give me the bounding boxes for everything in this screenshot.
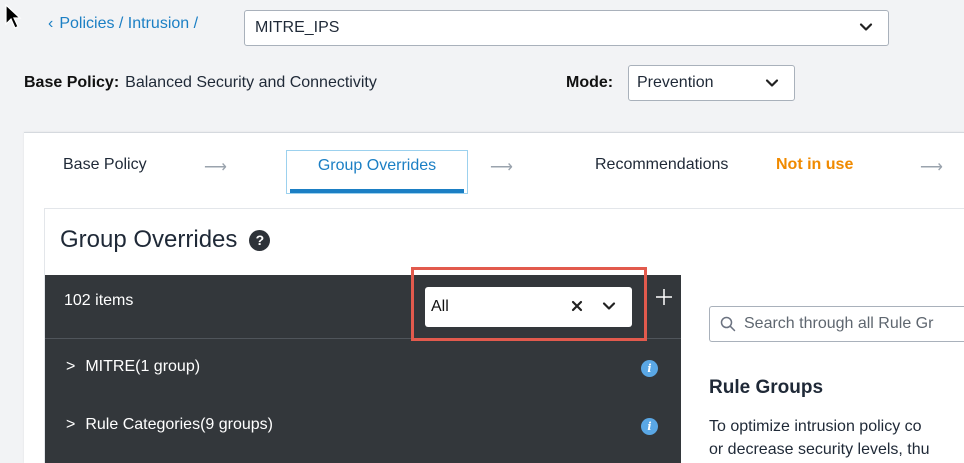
breadcrumb: ‹ Policies / Intrusion /: [48, 15, 198, 33]
highlight-annotation: [411, 267, 647, 341]
step-group-overrides[interactable]: Group Overrides: [286, 150, 468, 194]
list-item[interactable]: > MITRE(1 group) i: [45, 341, 681, 399]
search-placeholder: Search through all Rule Gr: [744, 315, 934, 332]
chevron-right-icon: >: [66, 358, 76, 375]
list-item-text: Rule Categories(9 groups): [85, 416, 273, 433]
chevron-down-icon: [859, 23, 873, 31]
group-overrides-panel: Group Overrides ? 102 items All > MITRE(…: [44, 208, 964, 463]
breadcrumb-link[interactable]: Policies / Intrusion /: [59, 15, 198, 33]
plus-icon[interactable]: [654, 287, 674, 307]
step-base-policy[interactable]: Base Policy: [63, 156, 147, 174]
list-item-text: MITRE(1 group): [85, 358, 201, 375]
workflow-steps: Base Policy ⟶ Group Overrides ⟶ Recommen…: [24, 133, 964, 203]
policy-select[interactable]: MITRE_IPS: [244, 10, 889, 46]
base-policy-label: Base Policy:: [24, 74, 120, 91]
base-policy-info: Base Policy: Balanced Security and Conne…: [24, 74, 377, 92]
help-icon[interactable]: ?: [249, 229, 271, 251]
mouse-cursor-icon: [5, 4, 22, 29]
search-icon: [720, 316, 736, 332]
rule-groups-title: Rule Groups: [709, 377, 824, 398]
info-icon[interactable]: i: [641, 418, 658, 435]
info-icon[interactable]: i: [641, 360, 658, 377]
item-count: 102 items: [64, 292, 134, 309]
policy-select-value: MITRE_IPS: [255, 19, 340, 36]
arrow-right-icon: ⟶: [204, 159, 227, 176]
rule-groups-description: To optimize intrusion policy co or decre…: [709, 415, 964, 461]
mode-label: Mode:: [566, 74, 614, 91]
active-step-indicator: [290, 189, 464, 193]
step-group-overrides-label: Group Overrides: [317, 157, 437, 174]
panel-title-text: Group Overrides: [60, 226, 238, 253]
recommendations-status: Not in use: [776, 156, 854, 173]
mode-select-value: Prevention: [637, 74, 714, 91]
list-item-label: > MITRE(1 group): [66, 358, 200, 376]
step-recommendations[interactable]: Recommendations: [595, 156, 728, 174]
base-policy-value: Balanced Security and Connectivity: [125, 74, 377, 91]
group-list-header: 102 items All: [45, 267, 681, 341]
arrow-right-icon: ⟶: [490, 159, 513, 176]
chevron-left-icon[interactable]: ‹: [48, 15, 53, 33]
chevron-down-icon: [765, 79, 779, 87]
mode-select[interactable]: Prevention: [628, 65, 795, 101]
policy-editor-card: Base Policy ⟶ Group Overrides ⟶ Recommen…: [24, 132, 964, 463]
description-line: To optimize intrusion policy co: [709, 418, 922, 435]
description-line: or decrease security levels, thu: [709, 441, 930, 458]
list-item[interactable]: > Rule Categories(9 groups) i: [45, 399, 681, 457]
arrow-right-icon: ⟶: [920, 159, 943, 176]
search-input[interactable]: Search through all Rule Gr: [709, 306, 964, 342]
panel-title: Group Overrides ?: [60, 226, 271, 254]
list-item-label: > Rule Categories(9 groups): [66, 416, 273, 434]
chevron-right-icon: >: [66, 416, 76, 433]
group-list: 102 items All > MITRE(1 group) i > Rule …: [45, 267, 681, 463]
